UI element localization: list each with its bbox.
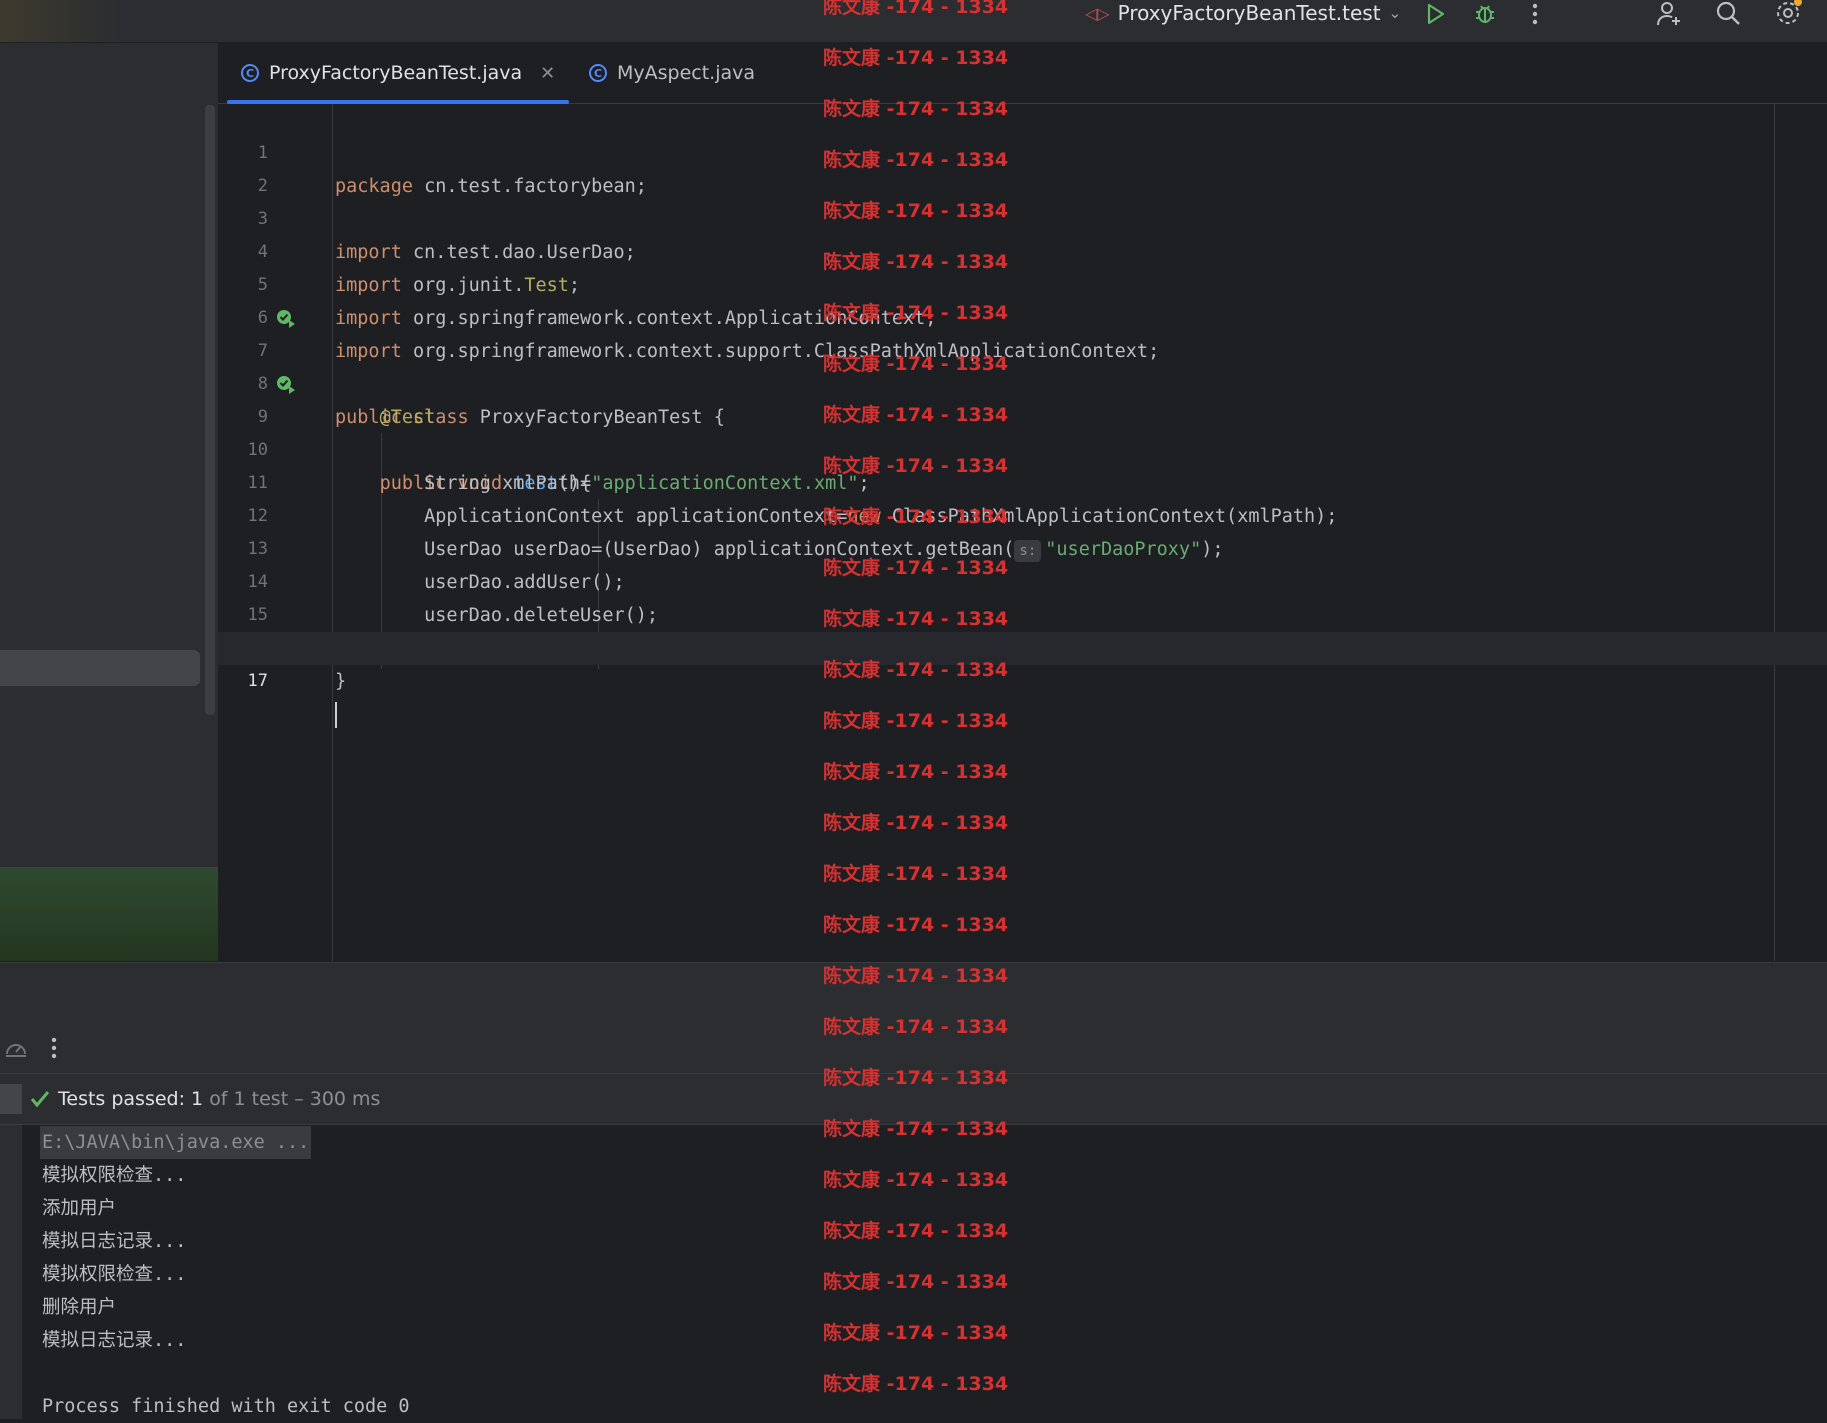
search-icon	[1716, 1, 1740, 25]
code-line[interactable]: 2	[218, 137, 1827, 196]
code-text: }	[335, 671, 347, 692]
project-panel-highlight	[0, 867, 218, 961]
class-icon: C	[241, 64, 259, 82]
console-line: 模拟权限检查...	[42, 1264, 187, 1285]
run-button[interactable]	[1418, 0, 1452, 28]
code-line[interactable]: 4 import org.junit.Test;	[218, 203, 1827, 296]
status-passed-text: Tests passed: 1	[58, 1088, 204, 1110]
code-line[interactable]: 10 String xmlPath="applicationContext.xm…	[218, 401, 1827, 494]
search-everywhere-button[interactable]	[1711, 0, 1745, 28]
code-line[interactable]: 7 public class ProxyFactoryBeanTest {	[218, 302, 1827, 428]
chevron-down-icon: ⌄	[1388, 4, 1402, 22]
line-number: 17	[247, 671, 268, 691]
code-with-me-button[interactable]	[1652, 0, 1686, 28]
more-icon[interactable]	[50, 1036, 58, 1060]
settings-icon	[1777, 0, 1802, 24]
editor-tabs: C ProxyFactoryBeanTest.java ✕ C MyAspect…	[218, 43, 1827, 104]
code-line[interactable]: 6 import org.springframework.context.sup…	[218, 269, 1827, 362]
tab-proxyfactorybeantest[interactable]: C ProxyFactoryBeanTest.java ✕	[223, 43, 573, 104]
class-icon: C	[589, 64, 607, 82]
tool-window-divider[interactable]	[0, 962, 1827, 1024]
console-command-line[interactable]: E:\JAVA\bin\java.exe ...	[40, 1126, 312, 1159]
tab-label: ProxyFactoryBeanTest.java	[269, 62, 523, 84]
code-line[interactable]: 3 import cn.test.dao.UserDao;	[218, 170, 1827, 263]
run-tool-window-header	[0, 1023, 1827, 1074]
code-line[interactable]: 11 ApplicationContext applicationContext…	[218, 434, 1827, 527]
close-icon[interactable]: ✕	[540, 63, 555, 84]
code-line[interactable]: 14 userDao.deleteUser();	[218, 533, 1827, 626]
console-line: 添加用户	[42, 1198, 117, 1219]
add-user-icon	[1657, 2, 1680, 26]
selected-tree-row[interactable]	[0, 650, 200, 686]
project-scrollbar[interactable]	[205, 105, 215, 715]
run-icon	[1427, 3, 1445, 25]
console-line: 删除用户	[42, 1297, 117, 1318]
console-line: 模拟日志记录...	[42, 1231, 187, 1252]
code-line[interactable]: 9 public void test(){	[218, 368, 1827, 494]
code-line[interactable]: 12 UserDao userDao=(UserDao) application…	[218, 467, 1827, 562]
project-tool-window	[0, 43, 218, 961]
console-line: 模拟权限检查...	[42, 1165, 187, 1186]
code-line[interactable]: 8 @Test	[218, 335, 1827, 428]
check-icon	[30, 1091, 50, 1108]
status-marker	[0, 1084, 22, 1114]
toolbar-gradient	[0, 0, 120, 42]
run-configuration-selector[interactable]: ◁▷ ProxyFactoryBeanTest.test ⌄	[1085, 0, 1401, 26]
code-line[interactable]: 16 }	[218, 599, 1827, 692]
run-config-label: ProxyFactoryBeanTest.test	[1117, 1, 1381, 25]
settings-button[interactable]	[1771, 0, 1805, 28]
text-caret	[335, 702, 337, 728]
code-line[interactable]: 1 package cn.test.factorybean;	[218, 104, 1827, 197]
more-icon	[1532, 3, 1538, 25]
test-gauge-icon[interactable]	[4, 1037, 28, 1059]
more-actions-button[interactable]	[1518, 0, 1552, 28]
status-detail-text: of 1 test – 300 ms	[209, 1088, 381, 1110]
debug-icon	[1476, 5, 1494, 23]
test-status-row: Tests passed: 1 of 1 test – 300 ms	[0, 1074, 1827, 1125]
code-text	[335, 698, 337, 731]
test-status: Tests passed: 1 of 1 test – 300 ms	[30, 1074, 380, 1124]
code-line[interactable]: 5 import org.springframework.context.App…	[218, 236, 1827, 329]
console-line: 模拟日志记录...	[42, 1330, 187, 1351]
console-line: Process finished with exit code 0	[42, 1396, 410, 1417]
debug-button[interactable]	[1468, 0, 1502, 28]
console-output[interactable]: E:\JAVA\bin\java.exe ... 模拟权限检查... 添加用户 …	[0, 1125, 1827, 1419]
code-line[interactable]: 13 userDao.addUser();	[218, 500, 1827, 593]
run-test-gutter-icon[interactable]	[276, 309, 296, 329]
run-test-gutter-icon[interactable]	[276, 375, 296, 395]
console-left-strip	[0, 1125, 22, 1419]
code-line[interactable]: 15 }	[218, 566, 1827, 659]
code-editor[interactable]: 1 package cn.test.factorybean; 2 3 impor…	[218, 104, 1827, 961]
main-toolbar: ◁▷ ProxyFactoryBeanTest.test ⌄	[0, 0, 1827, 43]
code-line-current[interactable]: 17	[218, 632, 1827, 728]
tab-label: MyAspect.java	[617, 62, 756, 84]
config-icon: ◁▷	[1085, 3, 1110, 23]
tab-myaspect[interactable]: C MyAspect.java	[571, 43, 773, 103]
